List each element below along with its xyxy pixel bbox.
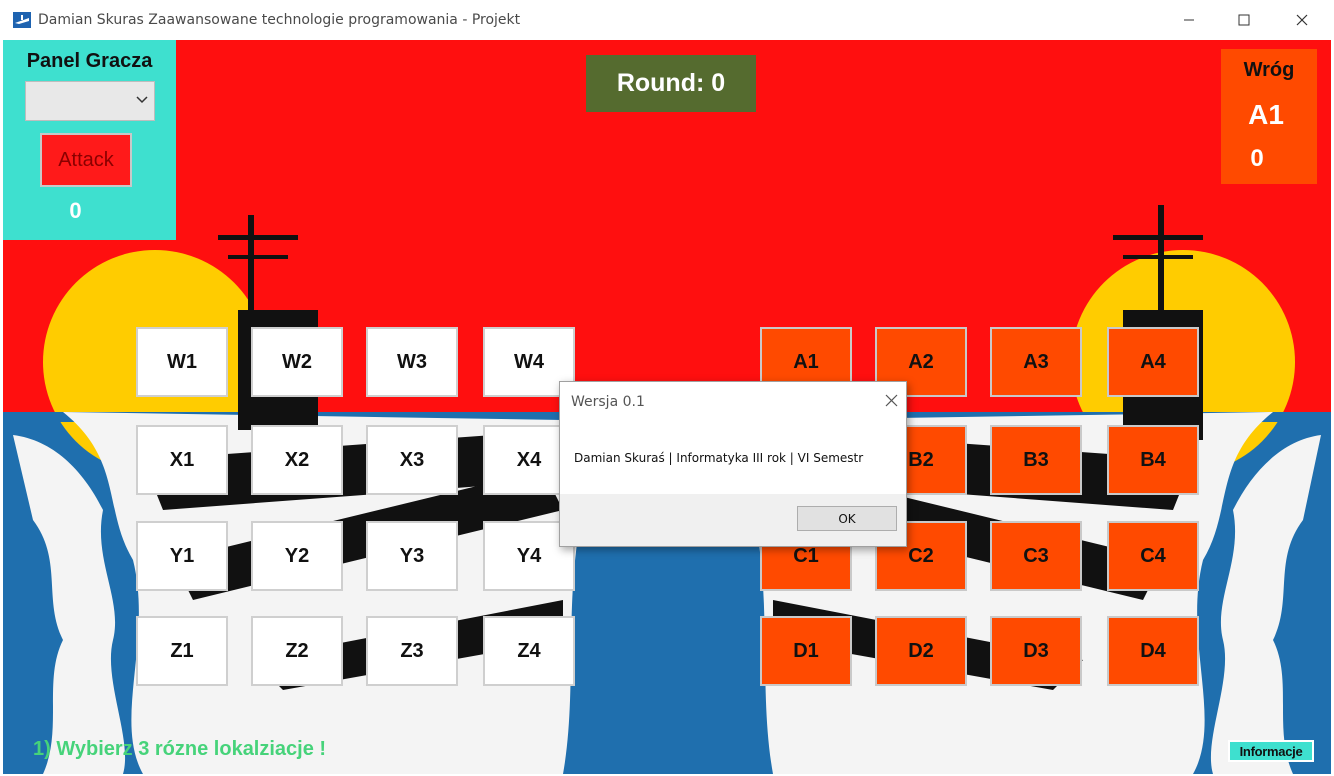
player-cell-z1[interactable]: Z1: [136, 616, 228, 686]
close-button[interactable]: [1273, 0, 1331, 40]
dialog-close-icon[interactable]: [885, 394, 898, 407]
location-select[interactable]: [25, 81, 155, 121]
dialog-content: Wersja 0.1 Damian Skuraś | Informatyka I…: [560, 382, 906, 494]
player-cell-w3[interactable]: W3: [366, 327, 458, 397]
close-icon: [1296, 14, 1308, 26]
enemy-cell-d1[interactable]: D1: [760, 616, 852, 686]
enemy-cell-c3[interactable]: C3: [990, 521, 1082, 591]
enemy-panel: Wróg A1 0: [1221, 49, 1317, 184]
minimize-icon: [1184, 19, 1194, 21]
player-cell-w2[interactable]: W2: [251, 327, 343, 397]
instruction-text: 1) Wybierz 3 rózne lokalziacje !: [33, 738, 327, 760]
player-panel-title: Panel Gracza: [26, 50, 153, 72]
player-cell-z2[interactable]: Z2: [251, 616, 343, 686]
enemy-target: A1: [1248, 99, 1284, 130]
maximize-icon: [1238, 14, 1250, 26]
info-button[interactable]: Informacje: [1228, 740, 1314, 762]
app-icon: [13, 12, 31, 28]
player-cell-w1[interactable]: W1: [136, 327, 228, 397]
title-bar: Damian Skuras Zaawansowane technologie p…: [0, 0, 1334, 40]
maximize-button[interactable]: [1215, 0, 1273, 40]
enemy-cell-a3[interactable]: A3: [990, 327, 1082, 397]
enemy-cell-d2[interactable]: D2: [875, 616, 967, 686]
enemy-cell-b4[interactable]: B4: [1107, 425, 1199, 495]
enemy-score: 0: [1250, 145, 1264, 172]
player-cell-y1[interactable]: Y1: [136, 521, 228, 591]
chevron-down-icon: [136, 96, 148, 104]
player-panel: Panel Gracza Attack 0: [3, 40, 176, 240]
enemy-cell-b3[interactable]: B3: [990, 425, 1082, 495]
dialog-message: Damian Skuraś | Informatyka III rok | VI…: [574, 451, 864, 465]
player-cell-y3[interactable]: Y3: [366, 521, 458, 591]
enemy-panel-title: Wróg: [1243, 59, 1295, 81]
player-cell-x3[interactable]: X3: [366, 425, 458, 495]
round-counter: Round: 0: [586, 55, 756, 112]
player-cell-x1[interactable]: X1: [136, 425, 228, 495]
enemy-cell-d4[interactable]: D4: [1107, 616, 1199, 686]
enemy-cell-d3[interactable]: D3: [990, 616, 1082, 686]
enemy-cell-a4[interactable]: A4: [1107, 327, 1199, 397]
version-dialog: Wersja 0.1 Damian Skuraś | Informatyka I…: [559, 381, 907, 547]
attack-button[interactable]: Attack: [40, 133, 132, 187]
player-cell-y2[interactable]: Y2: [251, 521, 343, 591]
player-score: 0: [69, 198, 82, 223]
dialog-title: Wersja 0.1: [571, 394, 645, 410]
window-title: Damian Skuras Zaawansowane technologie p…: [38, 12, 521, 28]
player-cell-z4[interactable]: Z4: [483, 616, 575, 686]
player-cell-z3[interactable]: Z3: [366, 616, 458, 686]
ok-button[interactable]: OK: [797, 506, 897, 531]
enemy-cell-c4[interactable]: C4: [1107, 521, 1199, 591]
player-cell-x2[interactable]: X2: [251, 425, 343, 495]
minimize-button[interactable]: [1160, 0, 1218, 40]
